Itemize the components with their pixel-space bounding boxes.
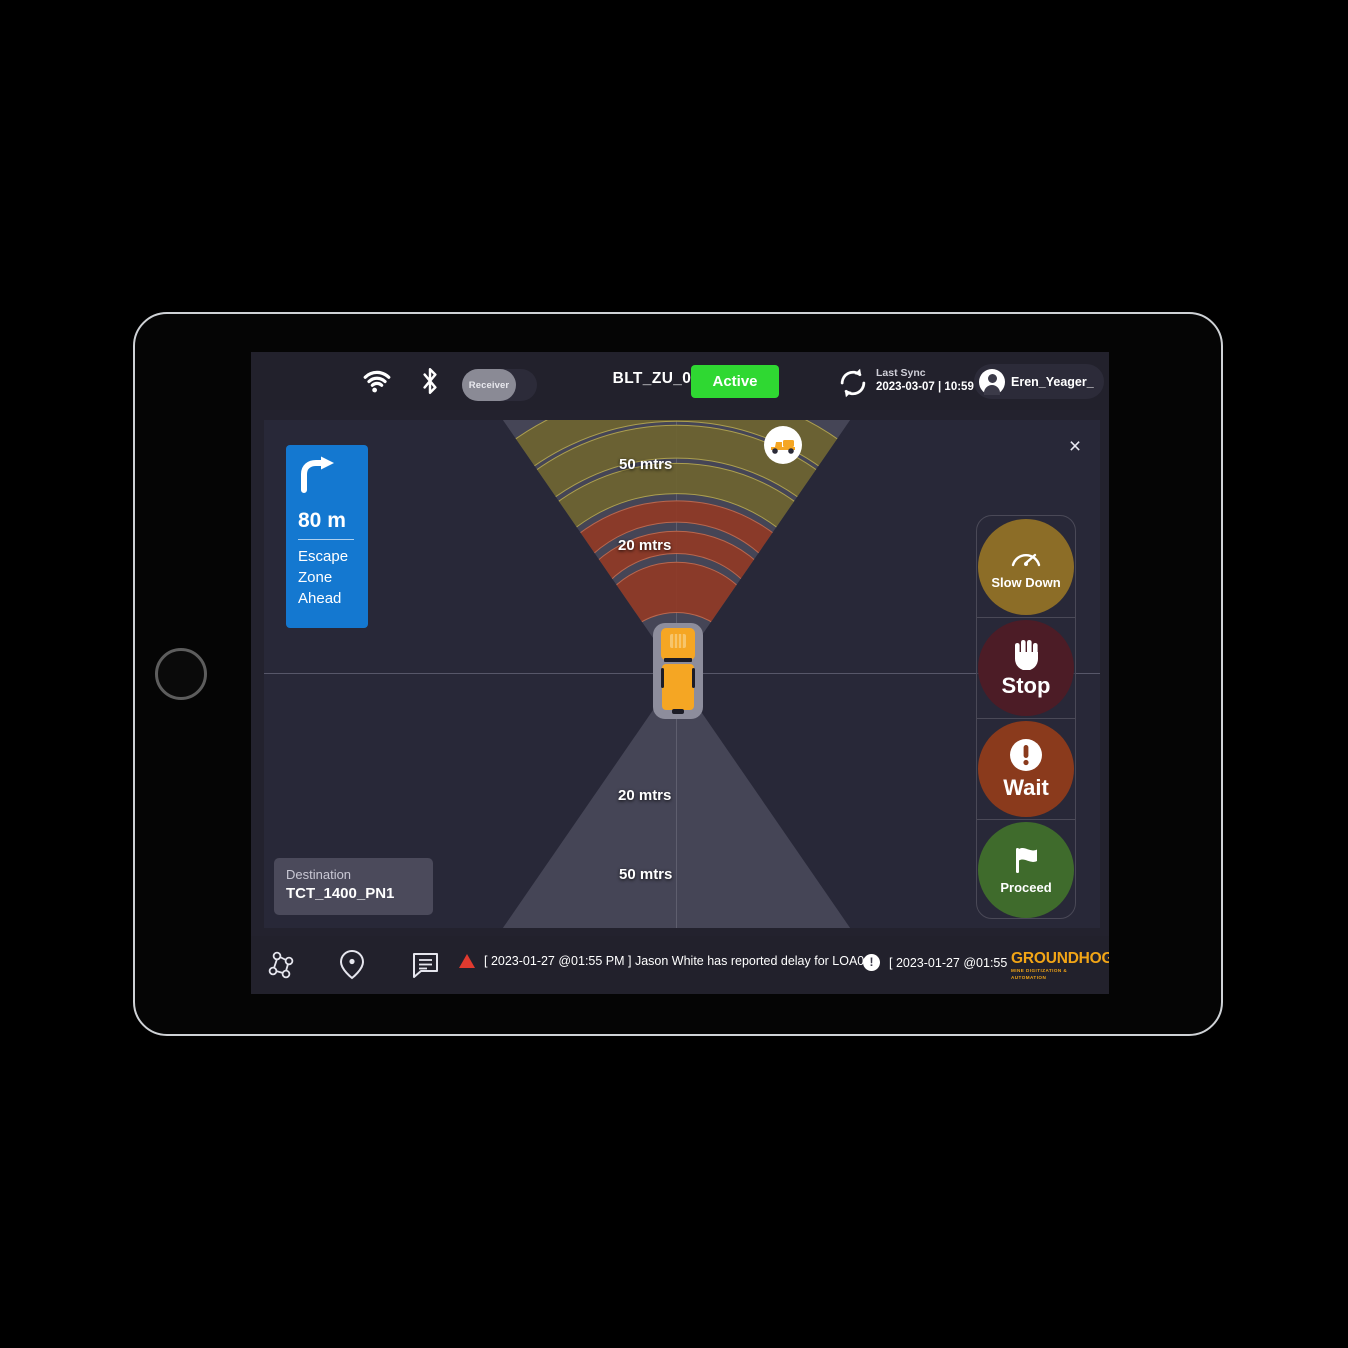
- wait-label: Wait: [1003, 774, 1049, 800]
- destination-card: Destination TCT_1400_PN1: [274, 858, 433, 915]
- alert-ticker[interactable]: [ 2023-01-27 @01:55 PM ] Jason White has…: [459, 954, 878, 968]
- stop-label: Stop: [1001, 672, 1051, 698]
- navigation-instruction-card: 80 m Escape Zone Ahead: [286, 445, 368, 628]
- warning-triangle-icon: [459, 954, 475, 968]
- turn-right-arrow-icon: [301, 456, 334, 493]
- alert-ticker-text: [ 2023-01-27 @01:55 PM ] Jason White has…: [484, 954, 879, 968]
- proceed-label: Proceed: [1000, 880, 1052, 895]
- proximity-radar-canvas: 50 mtrs 20 mtrs 20 mtrs 50 mtrs ×: [264, 420, 1100, 928]
- zone-label-20-bottom: 20 mtrs: [618, 787, 672, 804]
- flag-icon: [1016, 848, 1037, 873]
- network-nodes-icon[interactable]: [268, 951, 298, 979]
- exclamation-icon: [1010, 738, 1042, 771]
- info-circle-icon: [863, 954, 880, 971]
- info-ticker-text: [ 2023-01-27 @01:55 PM: [889, 955, 1009, 970]
- detected-vehicle-marker[interactable]: [764, 426, 802, 464]
- receiver-toggle-label: Receiver: [462, 369, 516, 401]
- message-icon[interactable]: [411, 951, 440, 979]
- slow-down-button[interactable]: Slow Down: [978, 518, 1074, 615]
- detected-vehicle-icon: [771, 440, 795, 454]
- slow-down-label: Slow Down: [991, 574, 1061, 590]
- action-cell-slow-down[interactable]: Slow Down: [977, 516, 1075, 617]
- action-cell-stop[interactable]: Stop: [977, 617, 1075, 718]
- receiver-toggle[interactable]: Receiver: [462, 369, 537, 401]
- wifi-icon[interactable]: [362, 368, 392, 394]
- hand-icon: [1015, 639, 1038, 670]
- speedometer-icon: [1011, 553, 1041, 566]
- zone-label-20-top: 20 mtrs: [618, 537, 672, 554]
- nav-message-line1: Escape: [298, 548, 349, 565]
- tablet-home-button[interactable]: [155, 648, 207, 700]
- action-cell-wait[interactable]: Wait: [977, 718, 1075, 819]
- nav-message-line3: Ahead: [298, 590, 342, 607]
- destination-label: Destination: [286, 867, 352, 882]
- top-status-bar: Receiver BLT_ZU_001 Active Last Sync 202…: [251, 352, 1109, 410]
- last-sync-label: Last Sync: [876, 367, 926, 379]
- nav-message: Escape Zone Ahead: [298, 546, 358, 609]
- sync-icon[interactable]: [837, 367, 869, 399]
- user-name: Eren_Yeager_: [1011, 374, 1094, 389]
- nav-message-line2: Zone: [298, 569, 333, 586]
- status-badge: Active: [691, 365, 779, 398]
- close-icon[interactable]: ×: [1062, 434, 1088, 460]
- logo-title: GROUNDHOG: [1011, 950, 1109, 967]
- nav-distance: 80 m: [298, 509, 354, 540]
- last-sync-block: Last Sync 2023-03-07 | 10:59: [876, 366, 974, 395]
- stop-button[interactable]: Stop: [978, 620, 1074, 716]
- logo-subtitle: MINE DIGITIZATION & AUTOMATION: [1011, 968, 1068, 980]
- action-cell-proceed[interactable]: Proceed: [977, 819, 1075, 920]
- bottom-bar: [ 2023-01-27 @01:55 PM ] Jason White has…: [251, 936, 1109, 994]
- user-chip[interactable]: Eren_Yeager_: [974, 364, 1104, 399]
- avatar: [979, 368, 1005, 395]
- destination-value: TCT_1400_PN1: [286, 885, 395, 902]
- info-ticker[interactable]: [ 2023-01-27 @01:55 PM: [863, 954, 1009, 971]
- map-pin-icon[interactable]: [339, 949, 365, 980]
- zone-label-50-top: 50 mtrs: [619, 456, 673, 473]
- zone-label-50-bottom: 50 mtrs: [619, 866, 673, 883]
- screenshot-root: Receiver BLT_ZU_001 Active Last Sync 202…: [0, 0, 1348, 1348]
- action-button-group: Slow Down Stop Wait Proceed: [976, 515, 1076, 919]
- last-sync-value: 2023-03-07 | 10:59: [876, 381, 974, 393]
- haul-truck-top-view-icon: [661, 628, 695, 714]
- proceed-button[interactable]: Proceed: [978, 822, 1074, 918]
- groundhog-logo: GROUNDHOG MINE DIGITIZATION & AUTOMATION: [1011, 950, 1109, 981]
- wait-button[interactable]: Wait: [978, 721, 1074, 817]
- bluetooth-icon[interactable]: [418, 366, 442, 396]
